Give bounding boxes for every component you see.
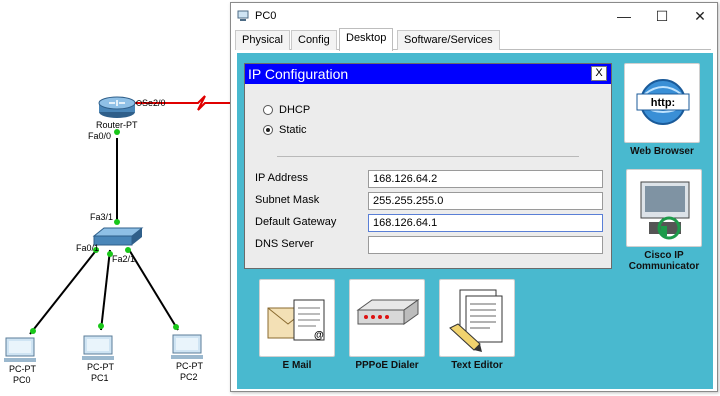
pc0-type-label: PC-PT <box>9 364 37 374</box>
dhcp-radio-dot[interactable] <box>263 105 273 116</box>
pppoe-dialer-icon <box>356 299 420 325</box>
ip-phone-icon <box>640 181 690 240</box>
ip-configuration-dialog: IP Configuration X DHCP Static IP Addres… <box>244 63 612 269</box>
subnet-mask-label: Subnet Mask <box>255 194 320 206</box>
default-gateway-label: Default Gateway <box>255 216 337 228</box>
maximize-button[interactable]: ☐ <box>647 6 677 26</box>
switch-up-port-label: Fa3/1 <box>90 212 113 222</box>
text-editor-label: Text Editor <box>451 360 503 371</box>
web-browser-app[interactable]: http: Web Browser <box>621 63 703 157</box>
tab-config[interactable]: Config <box>291 30 337 50</box>
tab-physical[interactable]: Physical <box>235 30 290 50</box>
router-fa-port-label: Fa0/0 <box>88 131 111 141</box>
cisco-ip-communicator-label-line1: Cisco IP <box>644 250 684 261</box>
pc2-name-label: PC2 <box>180 372 198 382</box>
web-browser-icon: http: <box>636 79 690 125</box>
router-icon[interactable] <box>98 96 136 118</box>
switch-right-port-label: Fa2/1 <box>112 254 135 264</box>
static-radio-dot[interactable] <box>263 125 273 136</box>
text-editor-app[interactable]: Text Editor <box>437 279 517 371</box>
tab-software-services[interactable]: Software/Services <box>397 30 500 50</box>
svg-text:http:: http: <box>651 97 675 109</box>
separator <box>277 156 579 157</box>
cisco-ip-communicator-label-line2: Communicator <box>628 261 700 272</box>
dns-server-label: DNS Server <box>255 238 314 250</box>
pc1-type-label: PC-PT <box>87 362 115 372</box>
web-browser-label: Web Browser <box>630 146 694 157</box>
tab-desktop[interactable]: Desktop <box>339 28 394 51</box>
router-label: Router-PT <box>96 120 138 130</box>
ip-address-label: IP Address <box>255 172 308 184</box>
minimize-button[interactable]: — <box>609 6 639 26</box>
pc1-name-label: PC1 <box>91 373 109 383</box>
pc0-name-label: PC0 <box>13 375 31 385</box>
pppoe-dialer-label: PPPoE Dialer <box>355 360 419 371</box>
close-window-button[interactable]: ✕ <box>685 6 715 26</box>
window-tabs: Physical Config Desktop Software/Service… <box>235 28 711 51</box>
ip-address-field[interactable]: 168.126.64.2 <box>368 170 603 188</box>
dhcp-radio-label: DHCP <box>279 104 311 116</box>
switch-left-port-label: Fa0/1 <box>76 243 99 253</box>
email-app[interactable]: @ E Mail <box>257 279 337 371</box>
dialog-close-button[interactable]: X <box>591 66 607 81</box>
pc0-icon[interactable] <box>4 337 36 362</box>
dhcp-radio[interactable]: DHCP <box>263 104 310 116</box>
router-serial-port-label: Se2/0 <box>142 98 166 108</box>
email-icon: @ <box>267 299 325 341</box>
link-switch-pc2[interactable] <box>127 247 179 331</box>
pc-app-icon <box>237 10 249 21</box>
pc1-icon[interactable] <box>82 335 114 360</box>
link-switch-pc0[interactable] <box>29 247 99 335</box>
cisco-ip-communicator-app[interactable]: Cisco IP Communicator <box>621 169 707 272</box>
pppoe-dialer-app[interactable]: PPPoE Dialer <box>347 279 427 371</box>
switch-icon[interactable] <box>92 227 144 246</box>
default-gateway-field[interactable]: 168.126.64.1 <box>368 214 603 232</box>
static-radio-label: Static <box>279 124 307 136</box>
dialog-title: IP Configuration <box>245 64 611 84</box>
subnet-mask-field[interactable]: 255.255.255.0 <box>368 192 603 210</box>
email-label: E Mail <box>282 360 312 371</box>
pc2-icon[interactable] <box>171 334 203 359</box>
text-editor-icon <box>449 289 503 352</box>
link-switch-pc1[interactable] <box>100 249 111 331</box>
svg-text:@: @ <box>314 330 324 341</box>
pc2-type-label: PC-PT <box>176 361 204 371</box>
static-radio[interactable]: Static <box>263 124 307 136</box>
dns-server-field[interactable] <box>368 236 603 254</box>
window-titlebar[interactable]: PC0 — ☐ ✕ <box>231 3 717 29</box>
window-title: PC0 <box>255 10 277 22</box>
